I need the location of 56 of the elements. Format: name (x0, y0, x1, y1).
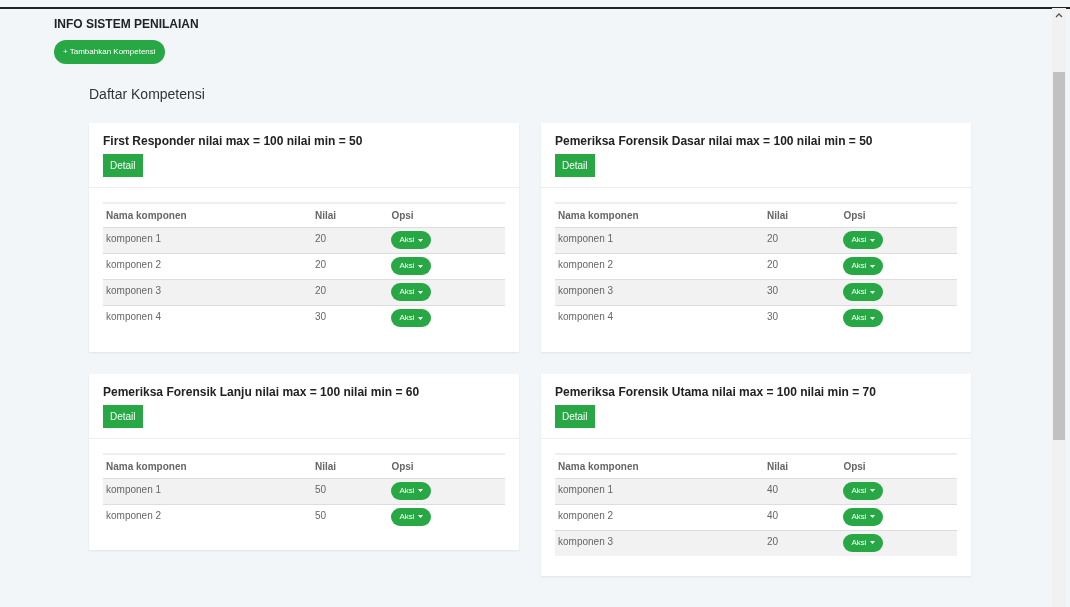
column-header: Nama komponen (103, 453, 313, 478)
table-cell: komponen 1 (555, 227, 765, 254)
table-cell: 50 (312, 504, 389, 530)
column-header: Nilai (764, 203, 841, 228)
detail-button[interactable]: Detail (103, 154, 143, 177)
action-dropdown-button[interactable]: Aksi (391, 283, 431, 301)
action-dropdown-button[interactable]: Aksi (843, 507, 883, 526)
table-cell: 30 (312, 305, 389, 332)
table-cell: komponen 1 (103, 478, 313, 504)
table-cell: komponen 1 (103, 227, 313, 254)
column-header: Opsi (840, 453, 957, 478)
column-header: Nilai (312, 453, 389, 478)
column-header: Opsi (388, 203, 505, 228)
table-cell: komponen 3 (103, 279, 313, 306)
card-title: Pemeriksa Forensik Lanju nilai max = 100 nilai min = 60 (103, 383, 421, 401)
action-dropdown-button[interactable]: Aksi (391, 481, 431, 500)
table-cell: 20 (312, 279, 389, 306)
action-dropdown-button[interactable]: Aksi (391, 257, 431, 275)
column-header: Opsi (840, 203, 957, 228)
column-header: Nama komponen (103, 203, 313, 228)
detail-button[interactable]: Detail (555, 404, 595, 428)
action-dropdown-button[interactable]: Aksi (843, 481, 883, 500)
table-cell: komponen 2 (103, 504, 313, 530)
column-header: Nilai (764, 453, 841, 478)
card-title: Pemeriksa Forensik Dasar nilai max = 100 nilai min = 50 (555, 133, 874, 150)
table-cell: 20 (764, 227, 841, 254)
table-cell: 20 (312, 227, 389, 254)
table-cell: 30 (764, 279, 841, 306)
column-header: Nilai (312, 203, 389, 228)
column-header: Opsi (388, 453, 505, 478)
detail-button[interactable]: Detail (555, 154, 595, 177)
card-title: First Responder nilai max = 100 nilai min = 50 (103, 133, 364, 150)
card-title: Pemeriksa Forensik Utama nilai max = 100 nilai min = 70 (555, 383, 877, 401)
page-title: INFO SISTEM PENILAIAN (54, 16, 200, 33)
action-dropdown-button[interactable]: Aksi (391, 231, 431, 249)
table-cell: 30 (764, 305, 841, 332)
table-cell: komponen 3 (555, 279, 765, 306)
table-cell: komponen 4 (103, 305, 313, 332)
table-cell: 40 (764, 478, 841, 504)
action-dropdown-button[interactable]: Aksi (391, 309, 431, 327)
add-competency-button[interactable]: + Tambahkan Kompetensi (54, 40, 165, 64)
table-cell: komponen 1 (555, 478, 765, 504)
action-dropdown-button[interactable]: Aksi (843, 309, 883, 327)
action-dropdown-button[interactable]: Aksi (391, 507, 431, 526)
detail-button[interactable]: Detail (103, 404, 143, 428)
action-dropdown-button[interactable]: Aksi (843, 257, 883, 275)
table-cell: 50 (312, 478, 389, 504)
table-cell: 20 (764, 530, 841, 556)
table-cell: komponen 3 (555, 530, 765, 556)
column-header: Nama komponen (555, 453, 765, 478)
action-dropdown-button[interactable]: Aksi (843, 231, 883, 249)
action-dropdown-button[interactable]: Aksi (843, 533, 883, 552)
section-title: Daftar Kompetensi (89, 85, 206, 104)
action-dropdown-button[interactable]: Aksi (843, 283, 883, 301)
table-cell: komponen 4 (555, 305, 765, 332)
column-header: Nama komponen (555, 203, 765, 228)
